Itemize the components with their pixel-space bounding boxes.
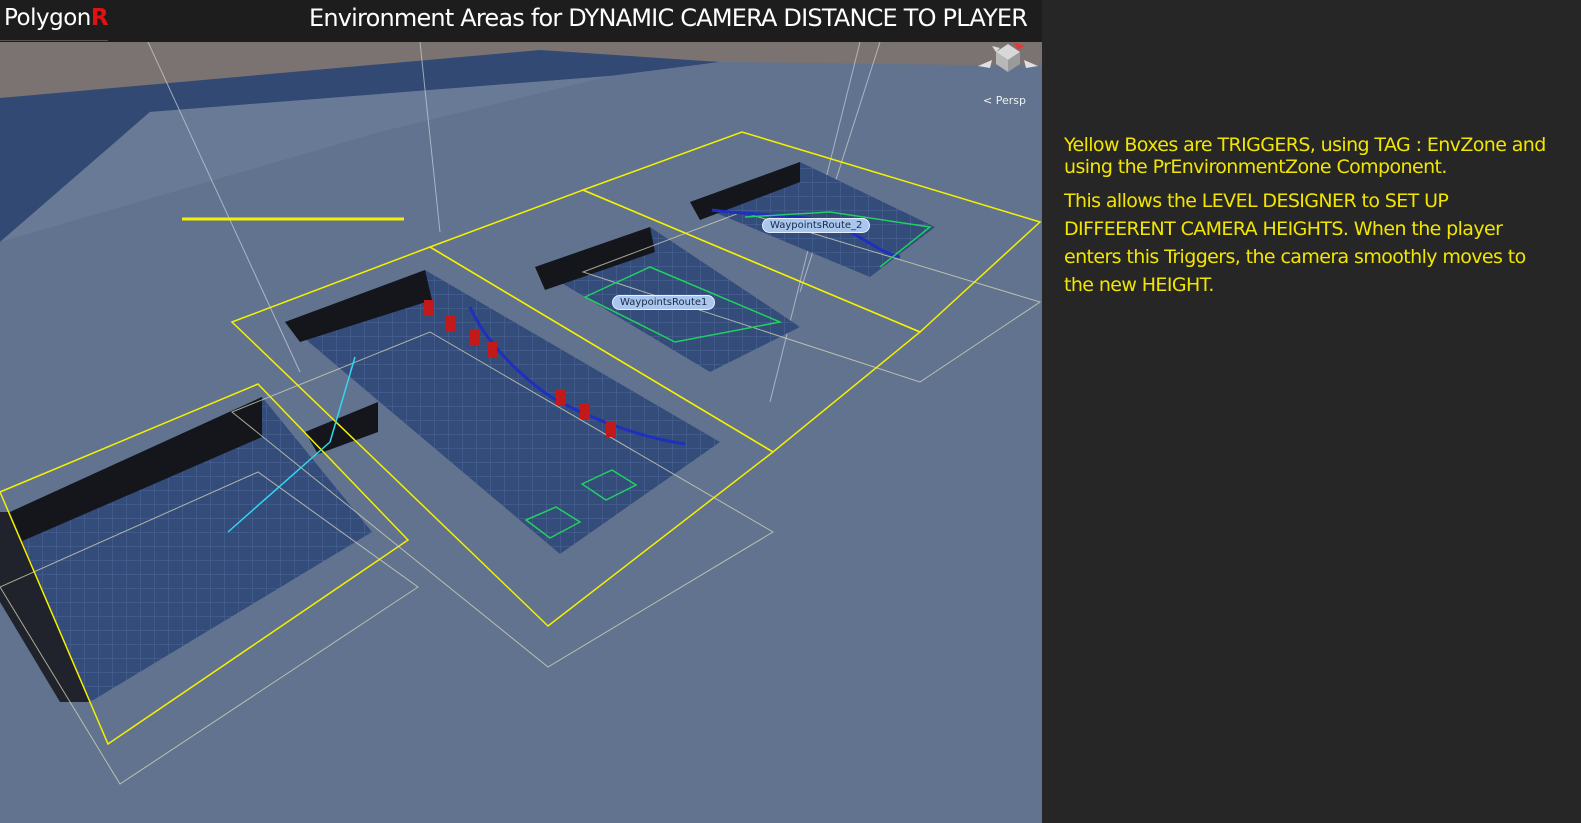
waypoint-label-route2[interactable]: WaypointsRoute_2 bbox=[762, 218, 871, 233]
scene-gizmo-icon[interactable] bbox=[978, 42, 1038, 82]
header-bar: PolygonR Environment Areas for DYNAMIC C… bbox=[0, 0, 1042, 42]
trigger-description: Yellow Boxes are TRIGGERS, using TAG : E… bbox=[1064, 134, 1546, 178]
page-title: Environment Areas for DYNAMIC CAMERA DIS… bbox=[309, 4, 1028, 32]
info-panel: Yellow Boxes are TRIGGERS, using TAG : E… bbox=[1064, 134, 1554, 299]
projection-label: Persp bbox=[995, 94, 1026, 107]
projection-toggle[interactable]: < Persp bbox=[983, 94, 1026, 107]
waypoint-label-route1[interactable]: WaypointsRoute1 bbox=[612, 295, 716, 310]
logo-accent: R bbox=[90, 5, 109, 31]
designer-description: This allows the LEVEL DESIGNER to SET UP… bbox=[1064, 190, 1526, 296]
scene-render bbox=[0, 42, 1042, 823]
polygonr-logo: PolygonR bbox=[0, 0, 109, 41]
scene-viewport[interactable]: < Persp WaypointsRoute1 WaypointsRoute_2 bbox=[0, 42, 1042, 823]
logo-text: Polygon bbox=[4, 5, 91, 31]
